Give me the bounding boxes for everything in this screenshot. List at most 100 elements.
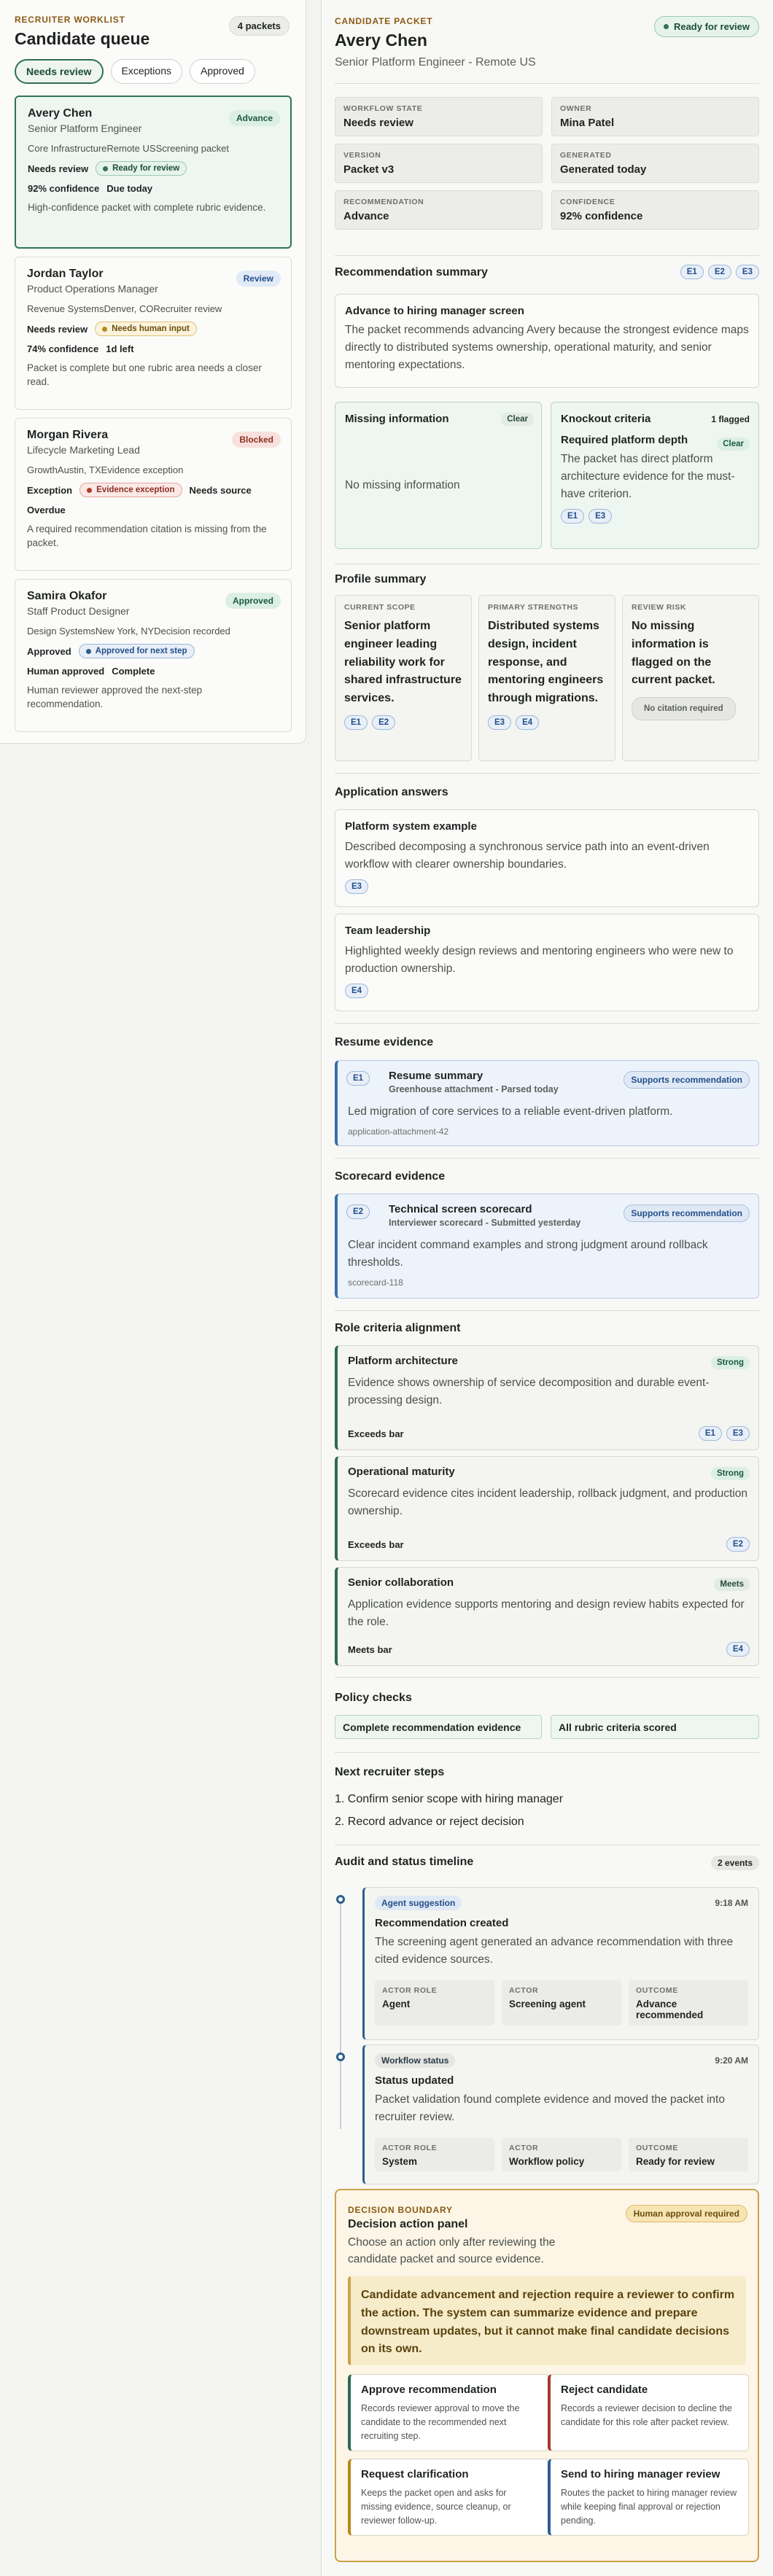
candidate-meta: GrowthAustin, TXEvidence exception [27,464,184,475]
timeline-event-wrap: Agent suggestion 9:18 AM Recommendation … [335,1887,759,2040]
evidence-ref-e1[interactable]: E1 [698,1426,722,1441]
pill-label: Ready for review [112,164,180,173]
event-text: Packet validation found complete evidenc… [375,2093,725,2124]
candidate-note: High-confidence packet with complete rub… [28,202,266,213]
evidence-ref-e2[interactable]: E2 [707,265,731,279]
confidence: 92% confidence [28,183,100,194]
meta-workflow-state: WORKFLOW STATE Needs review [335,97,543,136]
cell-value: Ready for review [636,2156,715,2168]
evidence-ref-e2[interactable]: E2 [726,1537,750,1552]
due: 1d left [106,343,134,354]
policy-check-evidence: Complete recommendation evidence [335,1715,542,1739]
meta-value: Advance [343,210,389,222]
strong-badge: Strong [710,1467,750,1480]
evidence-ref-e3[interactable]: E3 [726,1426,750,1441]
action-text: Records reviewer approval to move the ca… [361,2403,520,2441]
action-title: Reject candidate [561,2384,648,2396]
queue-card-jordan-taylor[interactable]: Jordan Taylor Product Operations Manager… [15,257,292,410]
status-badge: Approved [225,593,281,609]
reject-candidate-button[interactable]: Reject candidate Records a reviewer deci… [548,2374,749,2451]
evidence-ref-e4[interactable]: E4 [345,984,369,999]
pill-label: Approved for next step [95,647,187,655]
profile-value: Distributed systems design, incident res… [488,620,604,705]
evidence-ref-e3[interactable]: E3 [488,715,512,730]
evidence-ref-e3[interactable]: E3 [735,265,759,279]
criteria-bar: Exceeds bar [348,1428,404,1439]
due: Due today [106,183,153,194]
flagged-count: 1 flagged [711,414,750,424]
meta-label: CONFIDENCE [560,198,615,206]
criteria-text: Application evidence supports mentoring … [348,1598,745,1629]
evidence-ref-e1[interactable]: E1 [561,509,585,524]
candidate-note: Human reviewer approved the next-step re… [27,685,203,709]
evidence-ref-e1[interactable]: E1 [344,715,368,730]
event-tag: Workflow status [375,2053,456,2068]
pill-label: Needs human input [112,324,190,333]
cell-value: System [382,2156,418,2168]
event-tag: Agent suggestion [375,1896,462,1910]
meta-value: Needs review [343,117,413,129]
cell-label: ACTOR [509,2144,539,2153]
cell-value: Agent [382,1999,411,2010]
packet-header: CANDIDATE PACKET Avery Chen Senior Platf… [335,16,759,74]
no-citation-badge: No citation required [632,697,736,721]
answer-title: Platform system example [345,820,477,833]
criteria-title: Platform architecture [348,1355,458,1367]
candidate-note: A required recommendation citation is mi… [27,524,267,548]
missing-information-card: Missing information Clear No missing inf… [335,402,542,549]
evidence-ref-e4[interactable]: E4 [516,715,540,730]
profile-value: Senior platform engineer leading reliabi… [344,620,462,705]
missing-text: No missing information [345,479,460,491]
evidence-ref-e3[interactable]: E3 [589,509,613,524]
criteria-platform-architecture: Platform architecture Strong Evidence sh… [335,1345,759,1450]
scorecard-evidence-wrap: E2 Technical screen scorecard Interviewe… [335,1194,759,1299]
event-actor-role: ACTOR ROLE Agent [375,1980,494,2026]
timeline-header: Audit and status timeline 2 events [335,1856,759,1875]
criteria-operational-maturity: Operational maturity Strong Scorecard ev… [335,1456,759,1561]
exception-pill: Evidence exception [79,483,182,497]
tab-exceptions[interactable]: Exceptions [110,59,182,84]
approve-recommendation-button[interactable]: Approve recommendation Records reviewer … [348,2374,549,2451]
packet-count-badge: 4 packets [228,16,290,36]
send-to-hiring-manager-button[interactable]: Send to hiring manager review Routes the… [548,2459,749,2536]
meta-version: VERSION Packet v3 [335,144,543,183]
meta-value: Mina Patel [560,117,615,129]
meets-badge: Meets [714,1578,750,1591]
action-title: Approve recommendation [361,2384,497,2396]
ready-status-badge: Ready for review [653,16,759,37]
knockout-clear-badge: Clear [717,437,750,451]
meta-label: VERSION [343,151,381,160]
action-text: Routes the packet to hiring manager revi… [561,2488,737,2526]
queue-card-morgan-rivera[interactable]: Morgan Rivera Lifecycle Marketing Lead B… [15,418,292,571]
criteria-section-title: Role criteria alignment [335,1322,461,1334]
scorecard-evidence-card[interactable]: E2 Technical screen scorecard Interviewe… [335,1194,759,1299]
status-dot-icon [663,24,669,29]
evidence-ref-e4[interactable]: E4 [726,1642,750,1657]
queue-card-samira-okafor[interactable]: Samira Okafor Staff Product Designer App… [15,579,292,732]
evidence-ref-e3[interactable]: E3 [345,879,369,895]
status-dot-icon [102,326,108,332]
evidence-text: Clear incident command examples and stro… [348,1239,708,1269]
status-badge: Review [236,271,281,287]
ready-status-label: Ready for review [673,21,750,32]
recommendation-text: The packet recommends advancing Avery be… [345,324,749,372]
criteria-bar: Meets bar [348,1644,392,1655]
steps-section-title: Next recruiter steps [335,1766,445,1778]
resume-evidence-card[interactable]: E1 Resume summary Greenhouse attachment … [335,1060,759,1146]
evidence-ref-e1[interactable]: E1 [680,265,704,279]
tab-approved[interactable]: Approved [189,59,255,84]
workflow-state: Needs review [28,163,89,174]
timeline-event-recommendation: Agent suggestion 9:18 AM Recommendation … [362,1887,759,2040]
meta-label: OWNER [560,104,592,113]
request-clarification-button[interactable]: Request clarification Keeps the packet o… [348,2459,549,2536]
evidence-ref-e2[interactable]: E2 [372,715,396,730]
meta-value: Generated today [560,163,647,176]
cell-value: Workflow policy [509,2156,585,2168]
candidate-meta: Revenue SystemsDenver, CORecruiter revie… [27,303,222,314]
event-outcome: OUTCOME Ready for review [629,2138,748,2172]
tab-needs-review[interactable]: Needs review [15,59,104,84]
needs-input-pill: Needs human input [95,322,197,336]
queue-card-avery-chen[interactable]: Avery Chen Senior Platform Engineer Adva… [15,96,292,249]
policy-check-rubric: All rubric criteria scored [551,1715,759,1739]
recommendation-headline: Advance to hiring manager screen [345,305,524,317]
